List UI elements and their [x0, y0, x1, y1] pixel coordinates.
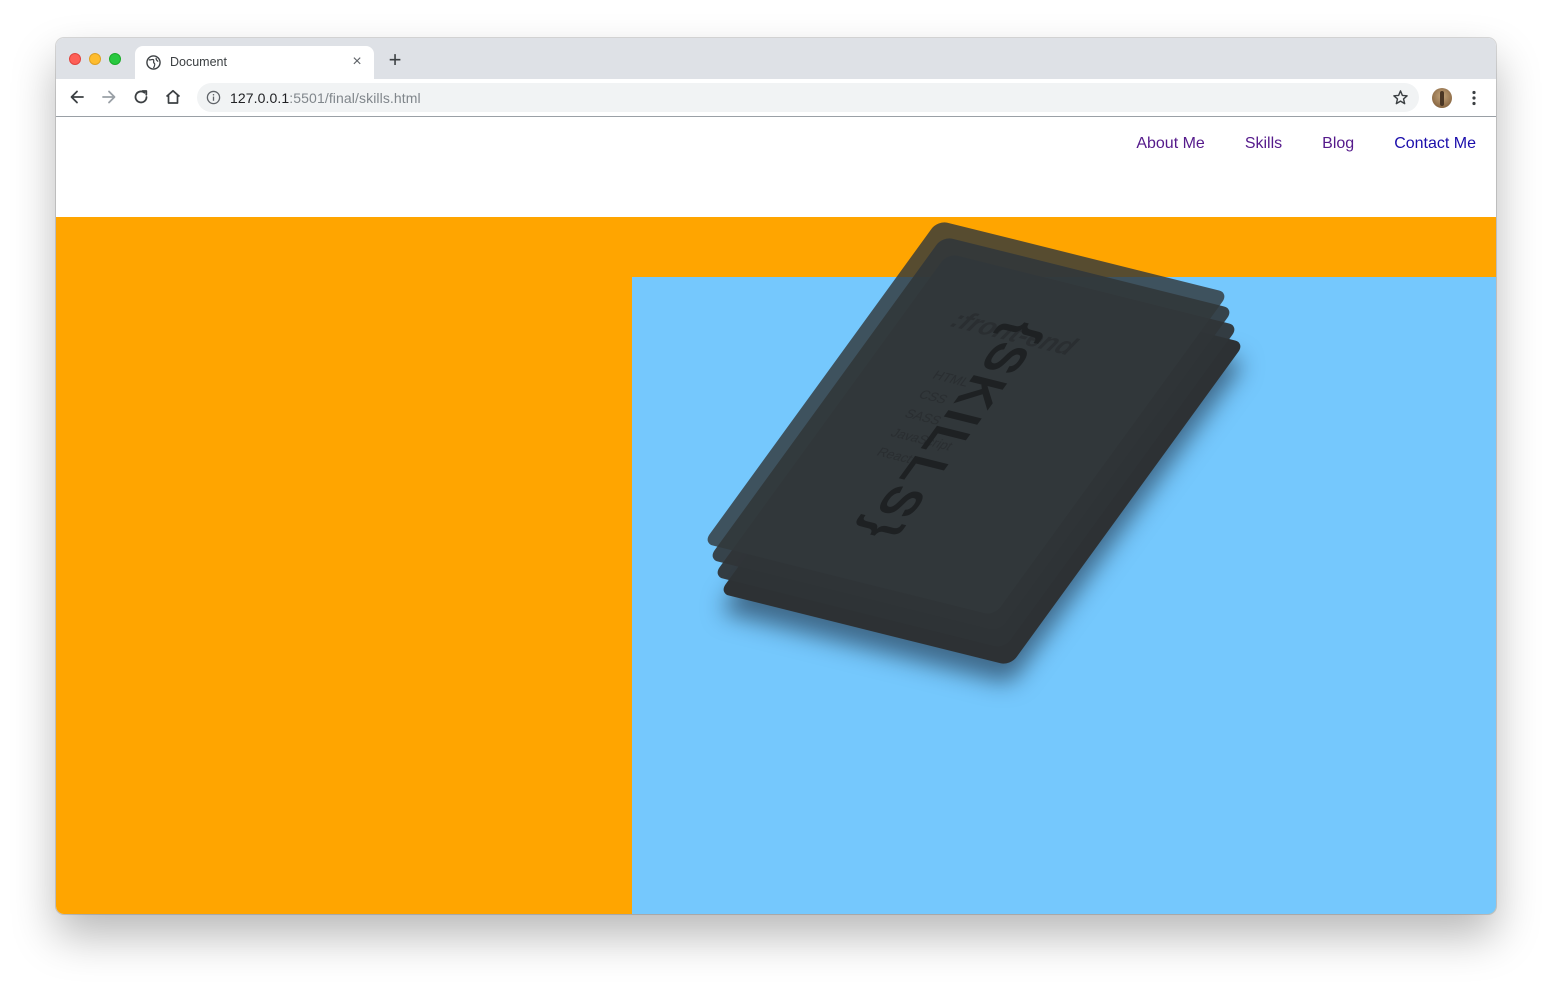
browser-toolbar: 127.0.0.1:5501/final/skills.html — [56, 79, 1496, 117]
page-viewport: About Me Skills Blog Contact Me :front-e… — [56, 117, 1496, 914]
nav-about-me[interactable]: About Me — [1136, 135, 1204, 153]
close-tab-icon[interactable]: × — [350, 54, 364, 70]
home-icon[interactable] — [164, 88, 182, 106]
address-bar[interactable]: 127.0.0.1:5501/final/skills.html — [197, 83, 1419, 112]
new-tab-button[interactable]: + — [386, 49, 404, 71]
back-icon[interactable] — [68, 88, 86, 106]
menu-icon[interactable] — [1465, 89, 1483, 107]
forward-icon[interactable] — [100, 88, 118, 106]
browser-window: Document × + 127.0.0.1:5501/final/skills… — [56, 38, 1496, 914]
blue-background-block — [632, 277, 1496, 914]
info-icon[interactable] — [206, 90, 221, 105]
tab-title: Document — [170, 55, 227, 69]
reload-icon[interactable] — [132, 88, 150, 106]
url-host: 127.0.0.1 — [230, 90, 290, 106]
browser-tab[interactable]: Document × — [135, 46, 374, 79]
tab-strip: Document × + — [56, 38, 1496, 79]
site-header: About Me Skills Blog Contact Me — [56, 117, 1496, 217]
main-nav: About Me Skills Blog Contact Me — [1096, 135, 1476, 153]
nav-skills[interactable]: Skills — [1245, 135, 1282, 153]
star-icon[interactable] — [1392, 89, 1409, 106]
nav-contact-me[interactable]: Contact Me — [1394, 135, 1476, 153]
url-text: 127.0.0.1:5501/final/skills.html — [230, 90, 421, 106]
maximize-window-button[interactable] — [109, 53, 121, 65]
minimize-window-button[interactable] — [89, 53, 101, 65]
profile-avatar[interactable] — [1432, 88, 1452, 108]
url-path: :5501/final/skills.html — [289, 90, 421, 106]
nav-blog[interactable]: Blog — [1322, 135, 1354, 153]
globe-icon — [146, 55, 161, 70]
close-window-button[interactable] — [69, 53, 81, 65]
